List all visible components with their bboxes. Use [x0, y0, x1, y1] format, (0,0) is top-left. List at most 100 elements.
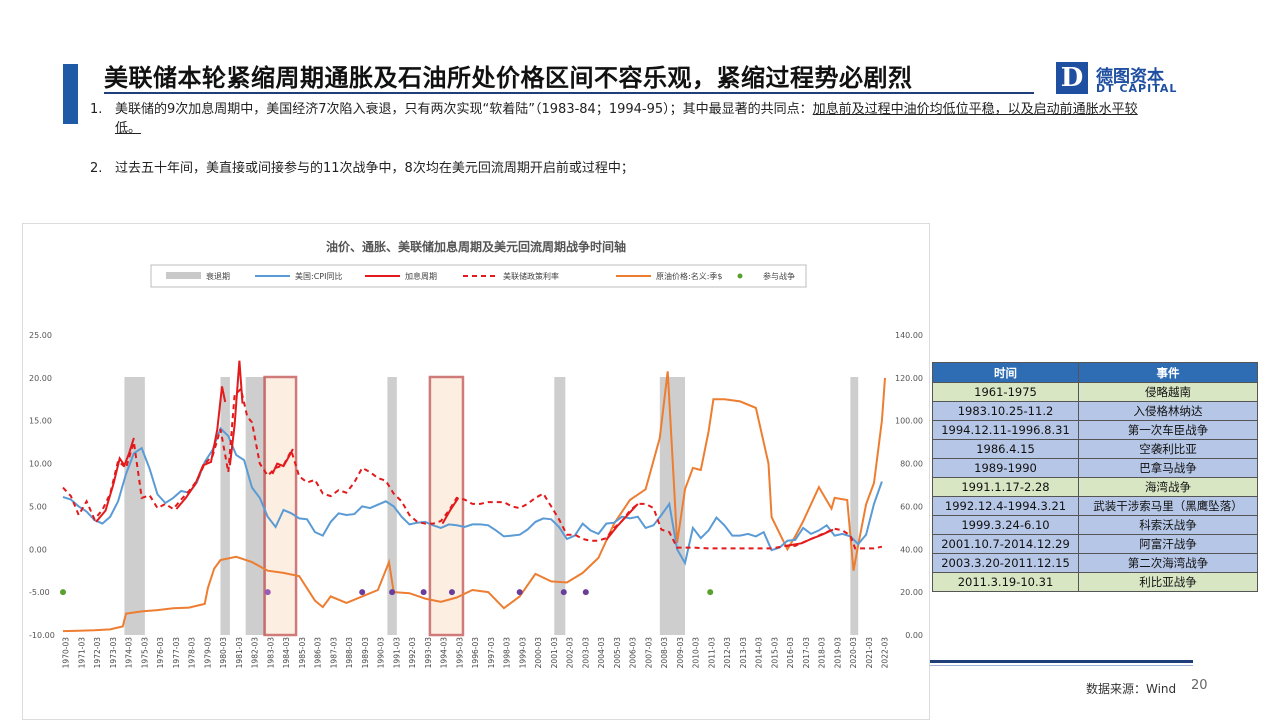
table-row: 1961-1975 侵略越南	[932, 382, 1258, 402]
hike-period-line	[228, 360, 244, 466]
table-cell-event: 科索沃战争	[1078, 515, 1258, 535]
x-axis-tick: 1973-03	[109, 637, 118, 669]
left-axis-tick: 0.00	[29, 545, 47, 554]
table-cell-event: 海湾战争	[1078, 477, 1258, 497]
bullet-item-2: 2. 过去五十年间，美直接或间接参与的11次战争中，8次均在美元回流周期开启前或…	[90, 159, 1160, 178]
title-underline	[104, 92, 1034, 94]
logo-mark: D	[1056, 62, 1088, 94]
hike-period-line	[605, 503, 639, 541]
x-axis-tick: 1991-03	[392, 637, 401, 669]
legend-label: 参与战争	[763, 271, 795, 281]
table-row: 1989-1990 巴拿马战争	[932, 458, 1258, 478]
x-axis-tick: 1988-03	[345, 637, 354, 669]
war-marker	[264, 589, 271, 596]
right-axis-tick: 60.00	[900, 502, 923, 511]
page-title: 美联储本轮紧缩周期通胀及石油所处价格区间不容乐观，紧缩过程势必剧烈	[104, 64, 913, 92]
table-cell-time: 1983.10.25-11.2	[932, 401, 1079, 421]
table-cell-time: 2011.3.19-10.31	[932, 572, 1079, 592]
table-cell-time: 2001.10.7-2014.12.29	[932, 534, 1079, 554]
table-cell-time: 1999.3.24-6.10	[932, 515, 1079, 535]
right-axis-tick: 0.00	[905, 631, 923, 640]
table-row: 1999.3.24-6.10 科索沃战争	[932, 515, 1258, 535]
x-axis-tick: 1972-03	[93, 637, 102, 669]
legend-swatch-war	[737, 273, 743, 279]
x-axis-tick: 1982-03	[251, 637, 260, 669]
recession-bar	[124, 377, 145, 635]
x-axis-tick: 1999-03	[518, 637, 527, 669]
war-marker	[448, 589, 455, 596]
legend-label: 美联储政策利率	[503, 271, 559, 281]
x-axis-tick: 2019-03	[833, 637, 842, 669]
table-cell-event: 第二次海湾战争	[1078, 553, 1258, 573]
table-header-event: 事件	[1078, 362, 1258, 383]
x-axis-tick: 2003-03	[581, 637, 590, 669]
x-axis-tick: 1993-03	[424, 637, 433, 669]
x-axis-tick: 2016-03	[786, 637, 795, 669]
x-axis-tick: 2008-03	[660, 637, 669, 669]
table-header-row: 时间 事件	[932, 362, 1258, 383]
left-axis-tick: 20.00	[29, 374, 52, 383]
title-accent-bar	[63, 64, 78, 124]
table-row: 2001.10.7-2014.12.29 阿富汗战争	[932, 534, 1258, 554]
table-cell-event: 阿富汗战争	[1078, 534, 1258, 554]
logo-english-name: DT CAPITAL	[1096, 82, 1178, 95]
x-axis-tick: 2022-03	[881, 637, 890, 669]
x-axis-tick: 1971-03	[77, 637, 86, 669]
bullet-number: 2.	[90, 161, 103, 176]
right-axis-tick: 80.00	[900, 460, 923, 469]
legend-label: 美国:CPI同比	[295, 271, 342, 281]
left-axis-tick: -10.00	[29, 631, 55, 640]
war-marker	[420, 589, 427, 596]
table-row: 1991.1.17-2.28 海湾战争	[932, 477, 1258, 497]
right-axis-tick: 20.00	[900, 588, 923, 597]
war-marker	[707, 589, 714, 596]
right-axis-tick: 100.00	[895, 417, 923, 426]
bullet-number: 1.	[90, 102, 103, 117]
table-cell-time: 1992.12.4-1994.3.21	[932, 496, 1079, 516]
bullet-list: 1. 美联储的9次加息周期中，美国经济7次陷入衰退，只有两次实现“软着陆”（19…	[90, 100, 1160, 178]
x-axis-tick: 2006-03	[629, 637, 638, 669]
x-axis-tick: 2009-03	[676, 637, 685, 669]
company-logo: D 德图资本 DT CAPITAL	[1056, 62, 1196, 98]
x-axis-tick: 1983-03	[266, 637, 275, 669]
legend-label: 原油价格:名义:季$	[656, 271, 722, 281]
table-row: 1994.12.11-1996.8.31 第一次车臣战争	[932, 420, 1258, 440]
left-axis-tick: 25.00	[29, 331, 52, 340]
table-cell-event: 空袭利比亚	[1078, 439, 1258, 459]
war-event-table: 时间 事件 1961-1975 侵略越南 1983.10.25-11.2 入侵格林纳…	[932, 362, 1258, 592]
war-marker	[359, 589, 366, 596]
x-axis-tick: 2013-03	[739, 637, 748, 669]
data-source: 数据来源：Wind	[1086, 682, 1177, 696]
page-number: 20	[1191, 678, 1208, 693]
bullet-item-1: 1. 美联储的9次加息周期中，美国经济7次陷入衰退，只有两次实现“软着陆”（19…	[90, 100, 1160, 138]
x-axis-tick: 1979-03	[203, 637, 212, 669]
war-marker	[560, 589, 567, 596]
x-axis-tick: 2000-03	[534, 637, 543, 669]
x-axis-tick: 2020-03	[849, 637, 858, 669]
recession-bar	[554, 377, 566, 635]
left-axis-tick: 5.00	[29, 502, 47, 511]
footer-divider-thin	[930, 665, 1193, 666]
x-axis-tick: 2011-03	[707, 637, 716, 669]
x-axis-tick: 2004-03	[597, 637, 606, 669]
x-axis-tick: 1989-03	[361, 637, 370, 669]
x-axis-tick: 1995-03	[455, 637, 464, 669]
x-axis-tick: 2015-03	[770, 637, 779, 669]
legend-label: 衰退期	[206, 271, 230, 281]
x-axis-tick: 1996-03	[471, 637, 480, 669]
x-axis-tick: 1992-03	[408, 637, 417, 669]
left-axis-tick: 10.00	[29, 460, 52, 469]
x-axis-tick: 2010-03	[692, 637, 701, 669]
table-cell-event: 入侵格林纳达	[1078, 401, 1258, 421]
x-axis-tick: 1970-03	[62, 637, 71, 669]
left-axis-tick: 15.00	[29, 417, 52, 426]
table-header-time: 时间	[932, 362, 1079, 383]
x-axis-tick: 1975-03	[140, 637, 149, 669]
bullet-text: 过去五十年间，美直接或间接参与的11次战争中，8次均在美元回流周期开启前或过程中…	[115, 161, 634, 176]
x-axis-tick: 2001-03	[550, 637, 559, 669]
table-row: 2003.3.20-2011.12.15 第二次海湾战争	[932, 553, 1258, 573]
recession-bar	[659, 377, 686, 635]
x-axis-tick: 1978-03	[188, 637, 197, 669]
left-axis-tick: -5.00	[29, 588, 50, 597]
right-axis-tick: 140.00	[895, 331, 923, 340]
